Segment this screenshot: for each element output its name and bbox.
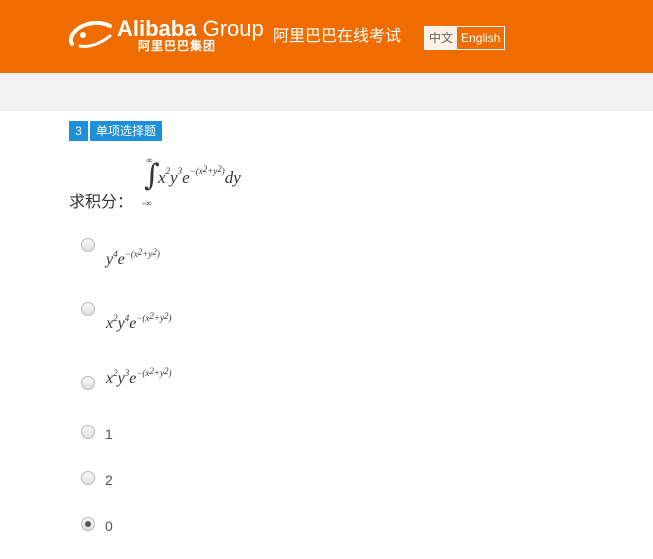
site-title: 阿里巴巴在线考试 bbox=[273, 28, 402, 45]
option-a-radio[interactable] bbox=[81, 238, 95, 252]
alibaba-group-logo[interactable]: Alibaba Group 阿里巴巴集团 bbox=[66, 16, 266, 58]
option-b-formula: x2y4e−(x2+y2) bbox=[106, 311, 172, 332]
toolbar-band bbox=[0, 73, 653, 111]
question-stem: 求积分： bbox=[69, 194, 134, 211]
question-tag: 3 单项选择题 bbox=[69, 121, 163, 141]
option-d-radio[interactable] bbox=[81, 425, 95, 439]
lang-english-button[interactable]: English bbox=[457, 27, 504, 49]
integral-body: x2y3e−(x2+y2)dy bbox=[158, 164, 241, 187]
language-switcher: 中文 English bbox=[424, 26, 506, 50]
option-f-radio[interactable] bbox=[81, 517, 95, 531]
option-d-label: 1 bbox=[105, 426, 113, 442]
question-type: 单项选择题 bbox=[90, 121, 163, 141]
alibaba-smile-icon bbox=[68, 20, 112, 48]
integral-lower-limit: -∞ bbox=[142, 198, 152, 208]
lang-chinese-button[interactable]: 中文 bbox=[425, 27, 458, 49]
option-e-radio[interactable] bbox=[81, 471, 95, 485]
header-bar: Alibaba Group 阿里巴巴集团 阿里巴巴在线考试 中文 English bbox=[0, 0, 653, 73]
option-e-label: 2 bbox=[105, 472, 113, 488]
option-c-radio[interactable] bbox=[81, 376, 95, 390]
option-f-label: 0 bbox=[105, 518, 113, 534]
option-b-radio[interactable] bbox=[81, 302, 95, 316]
integral-formula: ∞ ∫ -∞ x2y3e−(x2+y2)dy bbox=[140, 155, 280, 211]
option-c-formula: x2y3e−(x2+y2) bbox=[106, 366, 172, 387]
option-a-formula: y4e−(x2+y2) bbox=[106, 247, 160, 268]
logo-chinese: 阿里巴巴集团 bbox=[138, 39, 217, 53]
question-number: 3 bbox=[69, 121, 88, 141]
